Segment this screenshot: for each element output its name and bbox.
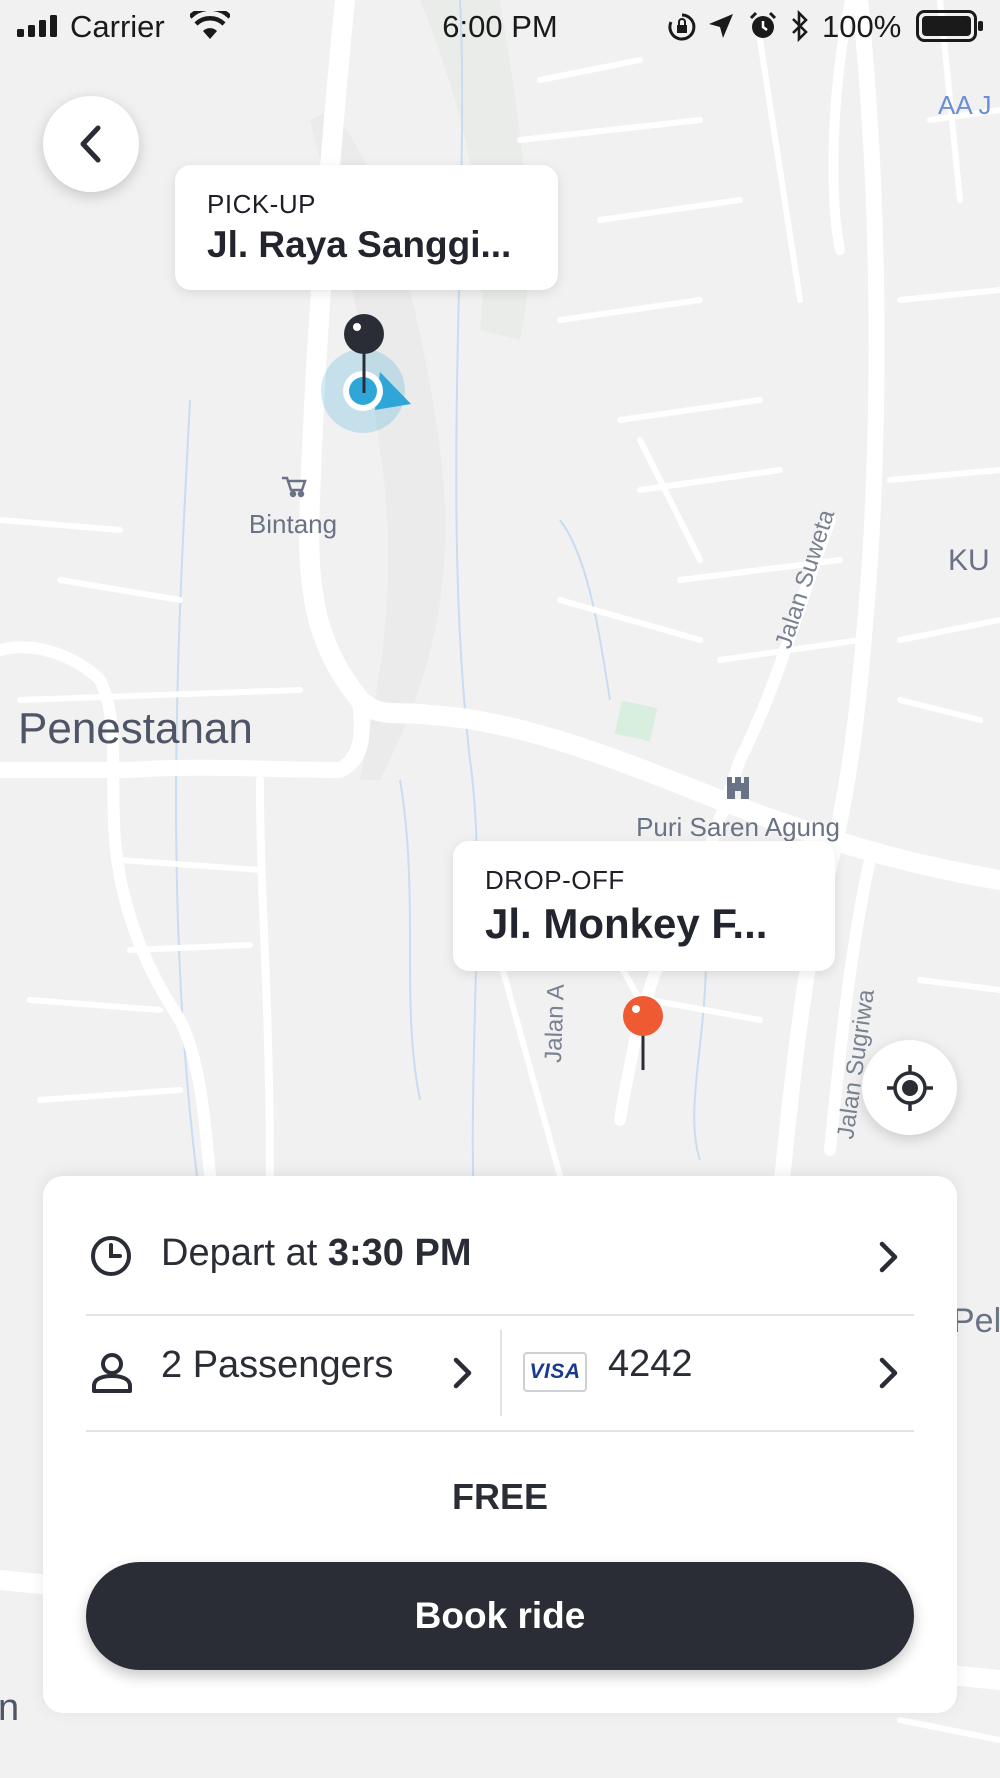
chevron-right-icon <box>879 1241 898 1273</box>
castle-icon <box>727 777 749 799</box>
map-label-penestanan: Penestanan <box>18 704 253 753</box>
location-arrow-icon <box>709 14 733 38</box>
person-icon <box>92 1353 132 1393</box>
chevron-right-icon <box>453 1357 472 1389</box>
card-last4: 4242 <box>608 1343 693 1385</box>
shopping-cart-icon <box>282 476 307 498</box>
clock-icon <box>91 1236 131 1276</box>
map-label-n: n <box>0 1687 19 1729</box>
booking-sheet: Depart at 3:30 PM 2 Passengers VISA 4242… <box>43 1176 957 1713</box>
locate-me-button[interactable] <box>862 1040 957 1135</box>
map-label-ku: KU <box>948 544 990 577</box>
pickup-caption: PICK-UP <box>207 189 316 219</box>
map-label-jalan-suweta: Jalan Suweta <box>770 506 840 652</box>
depart-prefix: Depart at <box>161 1232 328 1274</box>
depart-label: Depart at 3:30 PM <box>161 1232 472 1275</box>
dropoff-pin-icon <box>623 996 663 1070</box>
chevron-right-icon <box>879 1357 898 1389</box>
map-label-jalan-a: Jalan A <box>540 984 570 1064</box>
crosshair-icon <box>886 1064 933 1111</box>
map-label-aa: AA J <box>938 90 991 120</box>
back-button[interactable] <box>43 96 139 192</box>
rotation-lock-icon <box>668 13 696 41</box>
map-label-pel: Pel <box>952 1302 1000 1340</box>
pickup-address: Jl. Raya Sanggi... <box>207 224 512 265</box>
depart-time: 3:30 PM <box>327 1232 472 1274</box>
battery-percentage: 100% <box>822 9 902 44</box>
dropoff-callout[interactable]: DROP-OFF Jl. Monkey F... <box>453 841 835 971</box>
current-location-marker <box>321 349 411 433</box>
map-label-bintang: Bintang <box>249 509 337 539</box>
battery-icon <box>916 10 983 42</box>
book-ride-button[interactable]: Book ride <box>86 1562 914 1670</box>
map-label-puri: Puri Saren Agung <box>636 812 840 842</box>
price-label: FREE <box>451 1476 548 1517</box>
dropoff-address: Jl. Monkey F... <box>485 900 768 947</box>
visa-card-icon: VISA <box>523 1352 587 1392</box>
divider <box>86 1430 914 1432</box>
dropoff-caption: DROP-OFF <box>485 865 625 895</box>
status-bar: Carrier 6:00 PM 100% <box>0 0 1000 52</box>
alarm-icon <box>749 11 777 38</box>
chevron-left-icon <box>80 125 101 163</box>
passengers-label: 2 Passengers <box>161 1344 394 1386</box>
bluetooth-icon <box>792 10 808 42</box>
pickup-callout[interactable]: PICK-UP Jl. Raya Sanggi... <box>175 165 558 290</box>
